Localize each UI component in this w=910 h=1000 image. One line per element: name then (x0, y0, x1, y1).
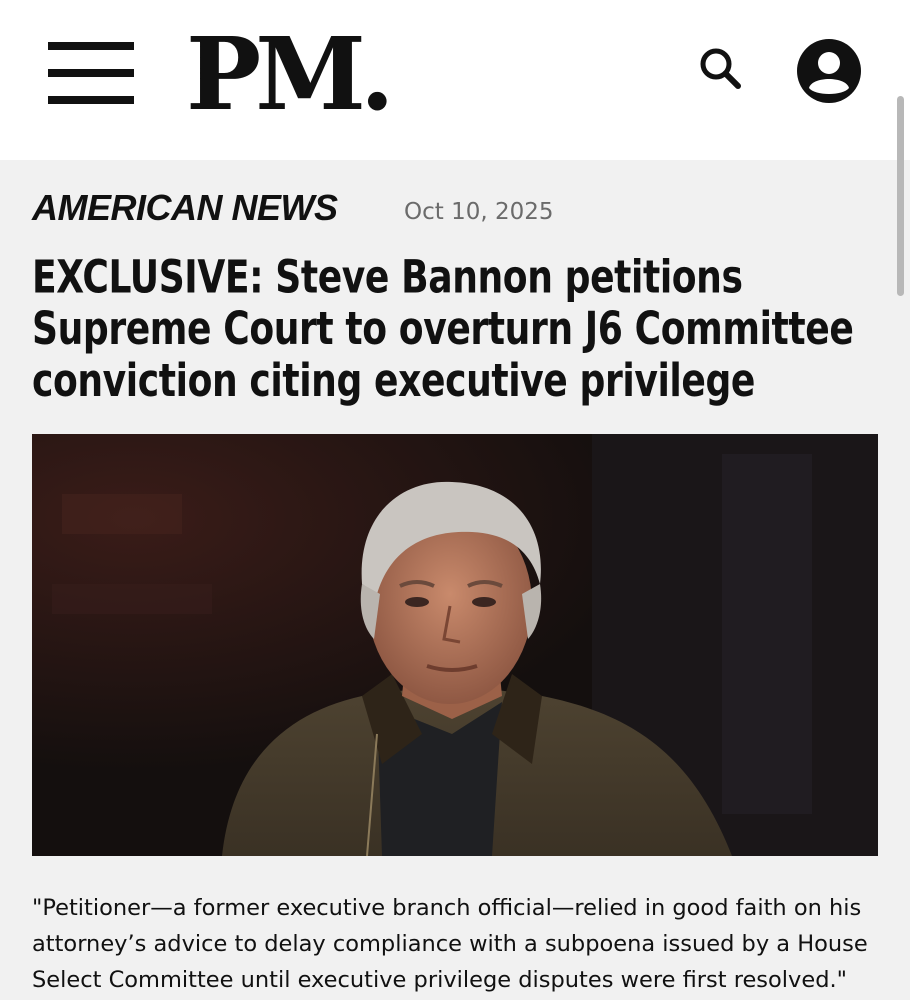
article-hero-photo (32, 434, 878, 856)
user-account-icon[interactable] (796, 38, 862, 104)
hamburger-menu-icon[interactable] (48, 42, 134, 104)
scrollbar-thumb[interactable] (897, 96, 904, 296)
article-category-link[interactable]: AMERICAN NEWS (32, 186, 338, 230)
article-date: Oct 10, 2025 (404, 199, 554, 225)
article-headline: EXCLUSIVE: Steve Bannon petitions Suprem… (32, 250, 854, 408)
article-body-quote: "Petitioner—a former executive branch of… (32, 895, 868, 993)
site-logo[interactable]: PM. (186, 14, 395, 134)
article-page: PM. AMERICAN NEWS Oct 10, 2025 EXCLUSIVE… (0, 0, 910, 1000)
search-icon[interactable] (696, 44, 744, 92)
site-header: PM. (0, 0, 910, 160)
menu-line (48, 96, 134, 104)
menu-line (48, 69, 134, 77)
menu-line (48, 42, 134, 50)
